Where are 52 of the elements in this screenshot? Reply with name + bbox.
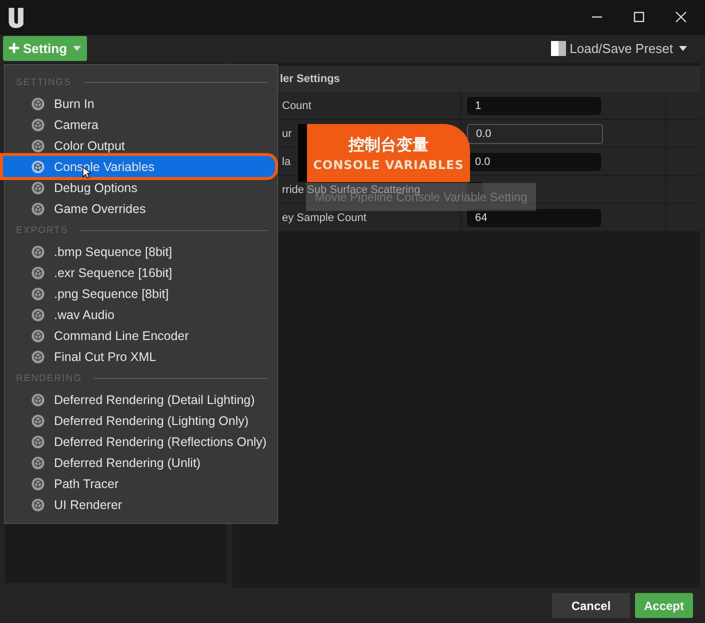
value-field[interactable]: 64 <box>467 208 601 227</box>
maximize-icon[interactable] <box>633 11 645 24</box>
callout-subtitle: CONSOLE VARIABLES <box>313 158 464 172</box>
menu-item[interactable]: Path Tracer <box>5 473 277 494</box>
cube-icon <box>31 266 45 280</box>
value-field[interactable]: 1 <box>467 96 601 115</box>
property-label: ey Sample Count <box>282 212 366 224</box>
menu-item[interactable]: .exr Sequence [16bit] <box>5 262 277 283</box>
section-header: ler Settings <box>280 73 340 86</box>
menu-item[interactable]: Deferred Rendering (Unlit) <box>5 452 277 473</box>
property-label: la <box>282 156 291 168</box>
menu-item[interactable]: Deferred Rendering (Lighting Only) <box>5 410 277 431</box>
cube-icon <box>31 160 45 174</box>
cube-icon <box>31 498 45 512</box>
property-label: Count <box>282 100 312 112</box>
callout-title: 控制台变量 <box>348 134 428 154</box>
cube-icon <box>31 476 45 490</box>
cube-icon <box>31 328 45 342</box>
cube-icon <box>31 138 45 152</box>
cube-icon <box>31 392 45 406</box>
menu-item[interactable]: Color Output <box>5 135 277 156</box>
menu-item[interactable]: Console Variables <box>3 156 275 177</box>
menu-item[interactable]: UI Renderer <box>5 494 277 515</box>
menu-item[interactable]: .png Sequence [8bit] <box>5 283 277 304</box>
plus-icon <box>9 43 19 53</box>
menu-item[interactable]: Command Line Encoder <box>5 325 277 346</box>
menu-item[interactable]: .bmp Sequence [8bit] <box>5 241 277 262</box>
cube-icon <box>31 244 45 258</box>
cube-icon <box>31 308 45 322</box>
close-icon[interactable] <box>675 11 687 24</box>
cube-icon <box>31 118 45 132</box>
cube-icon <box>31 456 45 470</box>
menu-item[interactable]: Final Cut Pro XML <box>5 346 277 367</box>
menu-item[interactable]: Burn In <box>5 93 277 114</box>
cube-icon <box>31 414 45 428</box>
menu-item[interactable]: Camera <box>5 114 277 135</box>
value-field[interactable]: 0.0 <box>467 152 601 171</box>
cube-icon <box>31 202 45 216</box>
menu-item[interactable]: Debug Options <box>5 177 277 198</box>
cube-icon <box>31 350 45 364</box>
cancel-button[interactable]: Cancel <box>552 593 630 618</box>
menu-item[interactable]: Deferred Rendering (Reflections Only) <box>5 431 277 452</box>
cube-icon <box>31 180 45 194</box>
cube-icon <box>31 96 45 110</box>
value-field[interactable]: 0.0 <box>467 124 603 144</box>
menu-item[interactable]: Game Overrides <box>5 198 277 219</box>
cube-icon <box>31 286 45 300</box>
menu-item[interactable]: Deferred Rendering (Detail Lighting) <box>5 389 277 410</box>
property-label: ur <box>282 128 292 140</box>
load-save-preset-button[interactable]: Load/Save Preset <box>544 40 693 56</box>
cube-icon <box>31 434 45 448</box>
menu-item[interactable]: .wav Audio <box>5 304 277 325</box>
